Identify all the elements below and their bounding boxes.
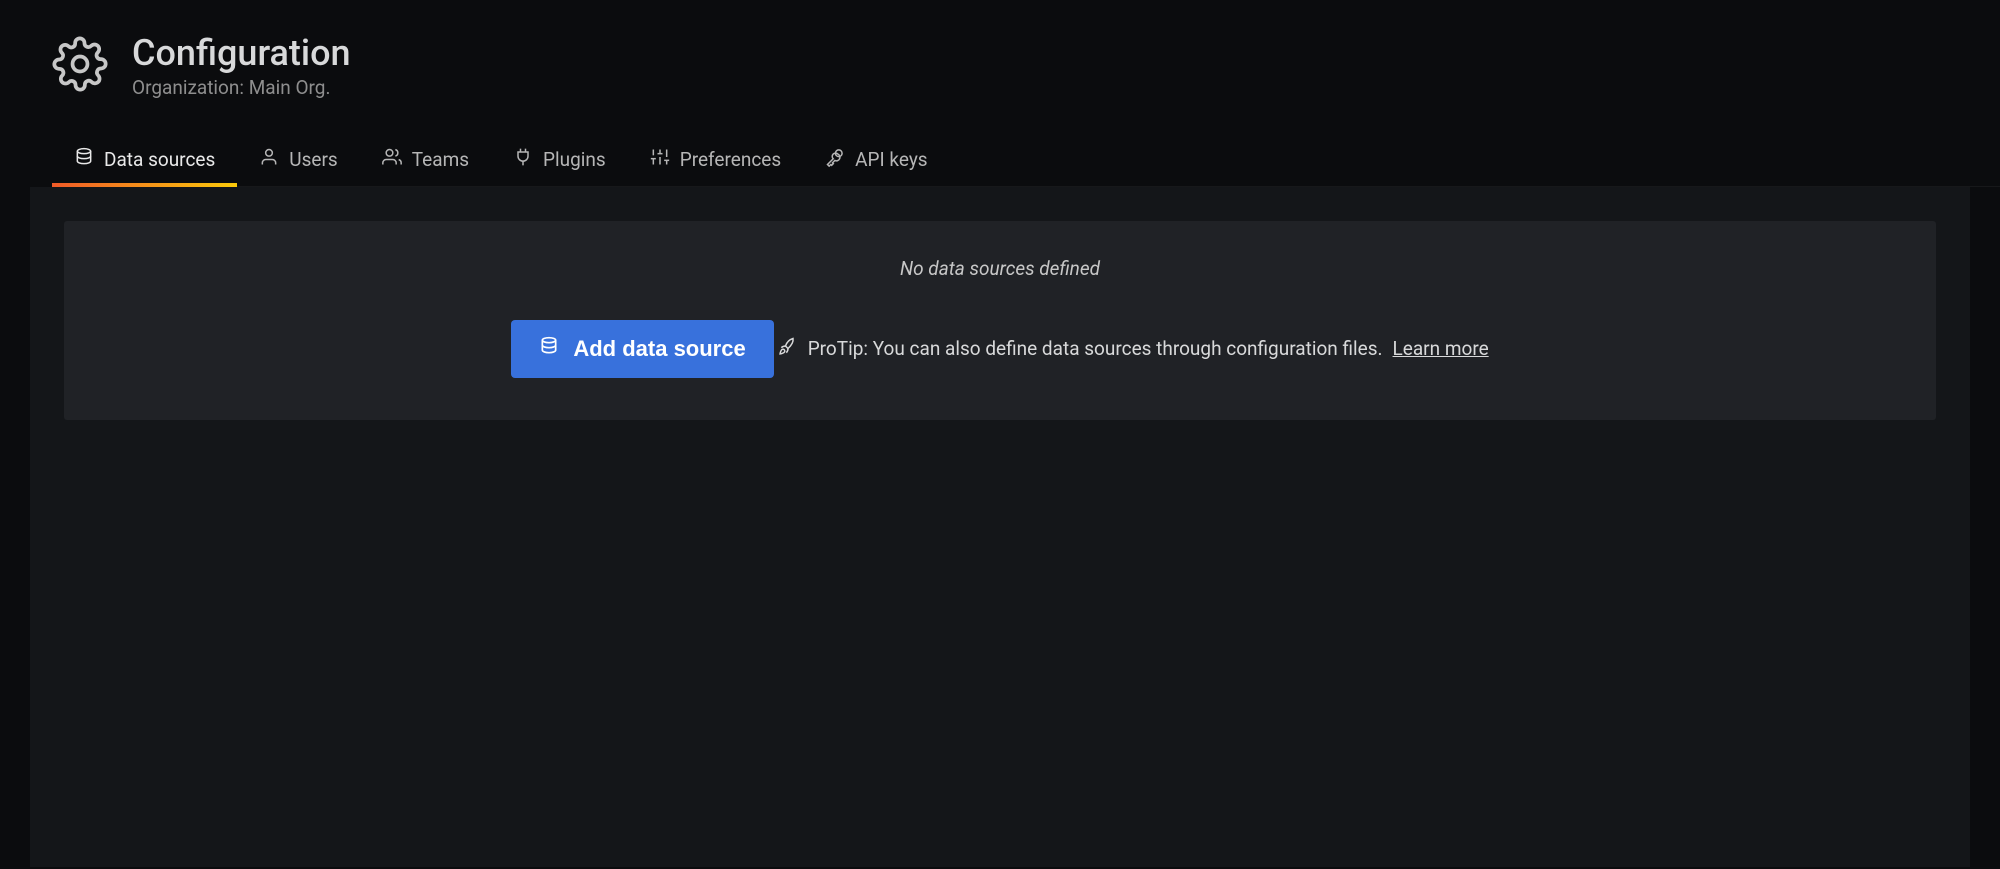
rocket-icon [778,336,798,361]
tab-users[interactable]: Users [237,133,359,186]
protip: ProTip: You can also define data sources… [778,336,1489,361]
plug-icon [513,147,533,172]
empty-state-panel: No data sources defined Add data source … [64,221,1936,420]
database-icon [539,336,559,362]
database-icon [74,147,94,172]
tab-teams[interactable]: Teams [360,133,491,186]
tab-plugins[interactable]: Plugins [491,133,628,186]
tab-api-keys[interactable]: API keys [803,133,949,186]
tab-data-sources[interactable]: Data sources [52,133,237,186]
add-button-label: Add data source [573,336,745,362]
tab-label: API keys [855,148,927,171]
page-header: Configuration Organization: Main Org. [0,0,2000,99]
tab-preferences[interactable]: Preferences [628,133,803,186]
tabs-nav: Data sources Users Teams Plugins Prefere… [52,133,2000,187]
user-icon [259,147,279,172]
protip-text: ProTip: You can also define data sources… [808,337,1383,360]
page-title: Configuration [132,34,351,74]
tab-label: Preferences [680,148,781,171]
tab-label: Plugins [543,148,606,171]
key-icon [825,147,845,172]
users-icon [382,147,402,172]
tab-label: Data sources [104,148,215,171]
page-subtitle: Organization: Main Org. [132,76,351,99]
empty-state-message: No data sources defined [84,257,1916,280]
tab-label: Teams [412,148,469,171]
gear-icon [52,36,108,96]
learn-more-link[interactable]: Learn more [1393,337,1489,360]
content-area: No data sources defined Add data source … [30,187,1970,867]
add-data-source-button[interactable]: Add data source [511,320,773,378]
tab-label: Users [289,148,337,171]
sliders-icon [650,147,670,172]
